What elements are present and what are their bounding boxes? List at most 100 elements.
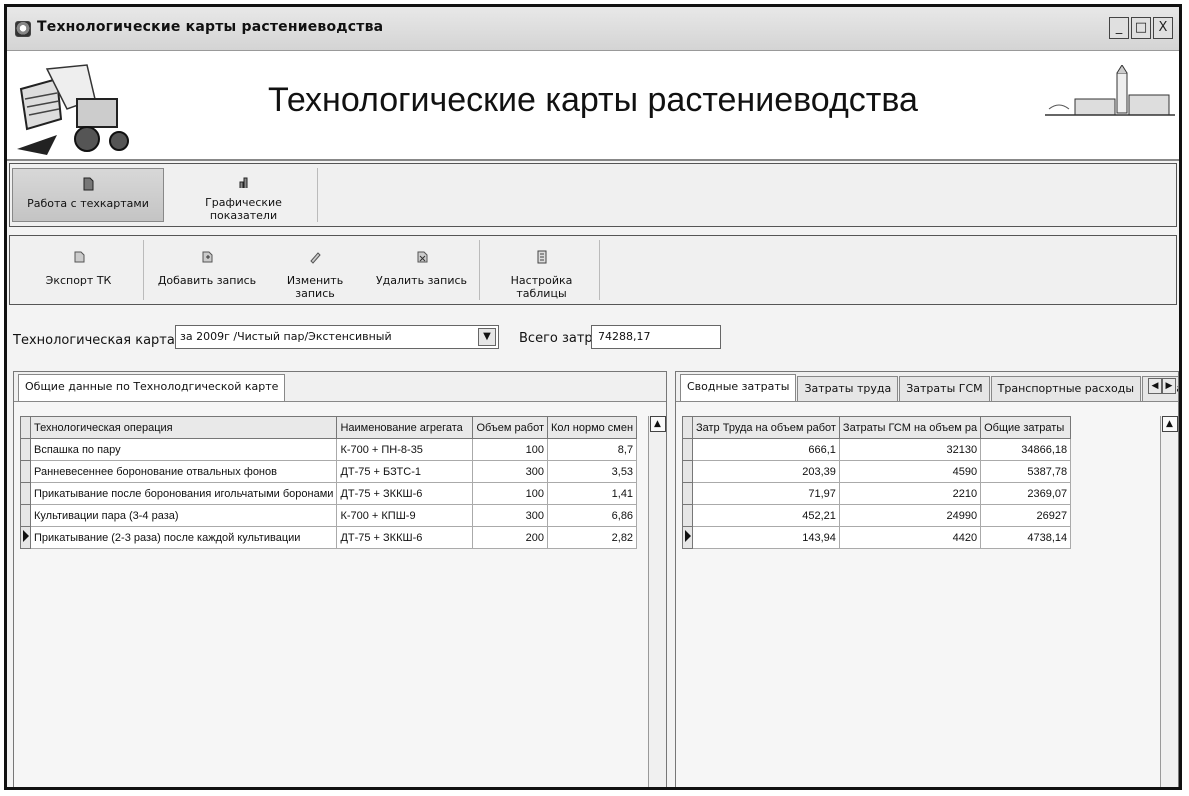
table-cell[interactable]: Культивации пара (3-4 раза) bbox=[29, 504, 338, 527]
table-cell[interactable]: 24990 bbox=[838, 504, 982, 527]
table-cell[interactable]: ДТ-75 + ЗККШ-6 bbox=[336, 482, 474, 505]
column-header[interactable]: Затраты ГСМ на объем ра bbox=[838, 416, 982, 439]
table-row[interactable]: 71,97 2210 2369,07 bbox=[682, 482, 1072, 505]
delete-record-button[interactable]: Удалить запись bbox=[364, 240, 480, 300]
table-cell[interactable]: ДТ-75 + ЗККШ-6 bbox=[336, 526, 474, 549]
table-cell[interactable]: К-700 + КПШ-9 bbox=[336, 504, 474, 527]
table-cell[interactable]: К-700 + ПН-8-35 bbox=[336, 438, 474, 461]
row-indicator[interactable] bbox=[20, 482, 31, 505]
table-cell[interactable]: 4420 bbox=[838, 526, 982, 549]
map-select[interactable]: за 2009г /Чистый пар/Экстенсивный ▼ bbox=[175, 325, 499, 349]
main-window: Технологические карты растениеводства _ … bbox=[4, 4, 1182, 790]
settings-list-icon bbox=[537, 250, 546, 264]
column-header[interactable]: Затр Труда на объем работ bbox=[692, 416, 840, 439]
toolbar: Экспорт ТК Добавить запись Изменить запи… bbox=[9, 235, 1177, 305]
table-cell[interactable]: 32130 bbox=[838, 438, 982, 461]
table-cell[interactable]: 6,86 bbox=[546, 504, 638, 527]
table-cell[interactable]: 26927 bbox=[980, 504, 1072, 527]
table-cell[interactable]: 4590 bbox=[838, 460, 982, 483]
table-row[interactable]: Ранневесеннее боронование отвальных фоно… bbox=[20, 460, 638, 483]
table-row-selected[interactable]: 143,94 4420 4738,14 bbox=[682, 526, 1072, 549]
table-cell[interactable]: 3,53 bbox=[546, 460, 638, 483]
nav-graphic-indicators[interactable]: Графические показатели bbox=[170, 168, 318, 222]
table-cell[interactable]: 1,41 bbox=[546, 482, 638, 505]
row-indicator[interactable] bbox=[682, 438, 693, 461]
row-indicator[interactable] bbox=[682, 504, 693, 527]
chevron-left-icon[interactable]: ◀ bbox=[1148, 378, 1162, 394]
row-indicator[interactable] bbox=[20, 504, 31, 527]
header-banner: Технологические карты растениеводства bbox=[7, 51, 1179, 161]
scroll-up-icon[interactable]: ▲ bbox=[1161, 416, 1178, 432]
minimize-button[interactable]: _ bbox=[1109, 17, 1129, 39]
row-indicator-header bbox=[682, 416, 693, 439]
nav-work-with-maps[interactable]: Работа с техкартами bbox=[12, 168, 164, 222]
table-cell[interactable]: 5387,78 bbox=[980, 460, 1072, 483]
add-record-button[interactable]: Добавить запись bbox=[148, 240, 266, 300]
table-row[interactable]: 452,21 24990 26927 bbox=[682, 504, 1072, 527]
table-cell[interactable]: 2210 bbox=[838, 482, 982, 505]
table-cell[interactable]: 100 bbox=[472, 438, 548, 461]
chevron-down-icon[interactable]: ▼ bbox=[478, 328, 496, 346]
table-cell[interactable]: 200 bbox=[472, 526, 548, 549]
table-cell[interactable]: Ранневесеннее боронование отвальных фоно… bbox=[29, 460, 338, 483]
row-indicator[interactable] bbox=[20, 460, 31, 483]
column-header[interactable]: Наименование агрегата bbox=[336, 416, 474, 439]
column-header[interactable]: Кол нормо смен bbox=[546, 416, 638, 439]
export-button[interactable]: Экспорт ТК bbox=[14, 240, 144, 300]
add-icon bbox=[202, 251, 213, 263]
table-cell[interactable]: Прикатывание после боронования игольчаты… bbox=[29, 482, 338, 505]
triangle-right-icon bbox=[685, 530, 691, 542]
edit-record-button[interactable]: Изменить запись bbox=[266, 240, 364, 300]
table-cell[interactable]: Вспашка по пару bbox=[29, 438, 338, 461]
row-indicator[interactable] bbox=[682, 482, 693, 505]
column-header[interactable]: Объем работ bbox=[472, 416, 548, 439]
right-vertical-scrollbar[interactable]: ▲ bbox=[1160, 416, 1178, 787]
table-cell[interactable]: Прикатывание (2-3 раза) после каждой кул… bbox=[29, 526, 338, 549]
current-row-indicator[interactable] bbox=[682, 526, 693, 549]
column-header[interactable]: Общие затраты bbox=[980, 416, 1072, 439]
row-indicator[interactable] bbox=[682, 460, 693, 483]
table-cell[interactable]: 143,94 bbox=[692, 526, 840, 549]
maximize-button[interactable]: □ bbox=[1131, 17, 1151, 39]
nav-strip: Работа с техкартами Графические показате… bbox=[9, 163, 1177, 227]
table-row[interactable]: Вспашка по пару К-700 + ПН-8-35 100 8,7 bbox=[20, 438, 638, 461]
table-cell[interactable]: 34866,18 bbox=[980, 438, 1072, 461]
table-row[interactable]: 203,39 4590 5387,78 bbox=[682, 460, 1072, 483]
table-cell[interactable]: 100 bbox=[472, 482, 548, 505]
table-cell[interactable]: 71,97 bbox=[692, 482, 840, 505]
table-cell[interactable]: 2,82 bbox=[546, 526, 638, 549]
tab-fuel-costs[interactable]: Затраты ГСМ bbox=[899, 376, 990, 401]
close-button[interactable]: X bbox=[1153, 17, 1173, 39]
right-tabs: Сводные затраты Затраты труда Затраты ГСМ Т… bbox=[676, 372, 1178, 402]
costs-panel: Сводные затраты Затраты труда Затраты ГСМ Т… bbox=[675, 371, 1179, 787]
tab-general-data[interactable]: Общие данные по Технолодгической карте bbox=[18, 374, 286, 401]
column-header[interactable]: Технологическая операция bbox=[29, 416, 338, 439]
table-cell[interactable]: 203,39 bbox=[692, 460, 840, 483]
table-cell[interactable]: 300 bbox=[472, 504, 548, 527]
table-cell[interactable]: ДТ-75 + БЗТС-1 bbox=[336, 460, 474, 483]
tab-summary-costs[interactable]: Сводные затраты bbox=[680, 374, 797, 401]
row-indicator[interactable] bbox=[20, 438, 31, 461]
table-cell[interactable]: 8,7 bbox=[546, 438, 638, 461]
current-row-indicator[interactable] bbox=[20, 526, 31, 549]
tab-transport-costs[interactable]: Транспортные расходы bbox=[990, 376, 1142, 401]
table-cell[interactable]: 452,21 bbox=[692, 504, 840, 527]
table-cell[interactable]: 4738,14 bbox=[980, 526, 1072, 549]
table-row[interactable]: Прикатывание после боронования игольчаты… bbox=[20, 482, 638, 505]
table-cell[interactable]: 300 bbox=[472, 460, 548, 483]
left-vertical-scrollbar[interactable]: ▲ bbox=[648, 416, 666, 787]
total-field[interactable]: 74288,17 bbox=[591, 325, 721, 349]
table-settings-button[interactable]: Настройка таблицы bbox=[484, 240, 600, 300]
tab-labor-costs[interactable]: Затраты труда bbox=[797, 376, 899, 401]
scroll-up-icon[interactable]: ▲ bbox=[649, 416, 666, 432]
table-row-selected[interactable]: Прикатывание (2-3 раза) после каждой кул… bbox=[20, 526, 638, 549]
table-cell[interactable]: 2369,07 bbox=[980, 482, 1072, 505]
chevron-right-icon[interactable]: ▶ bbox=[1162, 378, 1176, 394]
table-row[interactable]: 666,1 32130 34866,18 bbox=[682, 438, 1072, 461]
delete-icon bbox=[417, 251, 427, 263]
table-cell[interactable]: 666,1 bbox=[692, 438, 840, 461]
table-row[interactable]: Культивации пара (3-4 раза) К-700 + КПШ-… bbox=[20, 504, 638, 527]
delete-label: Удалить запись bbox=[375, 274, 468, 287]
filter-row: Технологическая карта за 2009г /Чистый п… bbox=[7, 307, 1179, 361]
nav-label: Графические показатели bbox=[205, 196, 282, 222]
